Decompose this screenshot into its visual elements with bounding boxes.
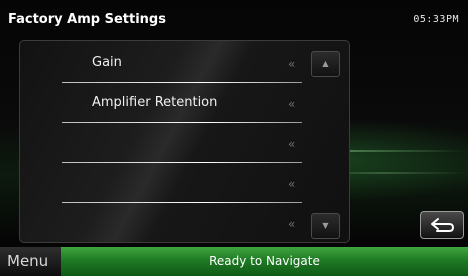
double-chevron-left-icon: « <box>288 97 296 111</box>
scroll-up-button[interactable]: ▲ <box>311 51 340 77</box>
triangle-down-icon: ▼ <box>322 221 329 230</box>
back-button[interactable] <box>420 211 464 239</box>
double-chevron-left-icon: « <box>288 137 296 151</box>
list-item-label: Gain <box>92 55 122 70</box>
row-divider <box>62 242 302 243</box>
triangle-up-icon: ▲ <box>322 59 329 68</box>
list-item-empty[interactable]: « <box>20 125 349 164</box>
list-item-empty[interactable]: « <box>20 165 349 204</box>
scroll-down-button[interactable]: ▼ <box>311 213 340 239</box>
status-text: Ready to Navigate <box>209 254 320 268</box>
row-divider <box>62 202 302 203</box>
double-chevron-left-icon: « <box>288 57 296 71</box>
row-divider <box>62 122 302 123</box>
page-title: Factory Amp Settings <box>8 12 166 27</box>
row-divider <box>62 82 302 83</box>
double-chevron-left-icon: « <box>288 177 296 191</box>
clock: 05:33PM <box>413 14 459 25</box>
return-arrow-icon <box>431 218 454 232</box>
list-item-empty[interactable]: « <box>20 205 349 243</box>
settings-list-panel: Gain « Amplifier Retention « « « « ▲ ▼ <box>19 40 350 243</box>
list-item-amplifier-retention[interactable]: Amplifier Retention « <box>20 85 349 124</box>
double-chevron-left-icon: « <box>288 217 296 231</box>
list-item-gain[interactable]: Gain « <box>20 45 349 84</box>
list-item-label: Amplifier Retention <box>92 95 218 110</box>
menu-button[interactable]: Menu <box>0 247 61 276</box>
row-divider <box>62 162 302 163</box>
